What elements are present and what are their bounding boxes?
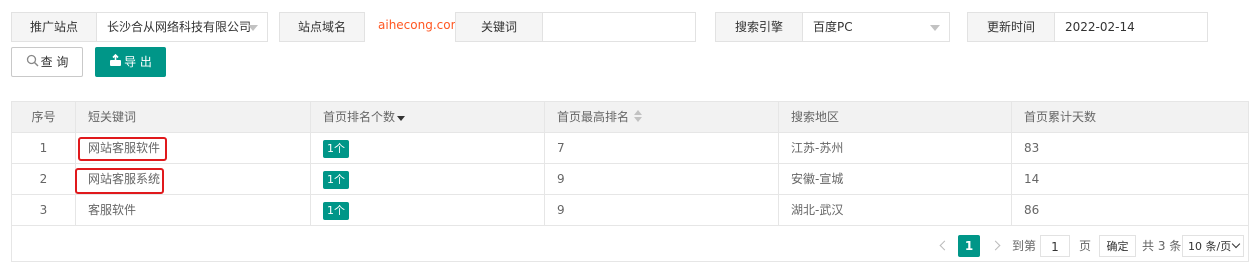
- site-select[interactable]: 长沙合从网络科技有限公司: [96, 12, 268, 42]
- site-label: 推广站点: [11, 12, 97, 42]
- goto-label: 到第: [1012, 239, 1037, 253]
- cell-index: 3: [12, 195, 76, 225]
- page-size-select[interactable]: 10 条/页: [1182, 235, 1244, 257]
- header-rank-count[interactable]: 首页排名个数: [311, 102, 545, 132]
- export-button[interactable]: 导 出: [95, 47, 166, 77]
- table-row: 2 网站客服系统 1个 9 安徽-宣城 14: [12, 164, 1248, 195]
- cell-region: 安徽-宣城: [779, 164, 1012, 194]
- cell-keyword: 客服软件: [76, 195, 311, 225]
- cell-region: 湖北-武汉: [779, 195, 1012, 225]
- chevron-down-icon: [248, 25, 258, 31]
- query-button[interactable]: 查 询: [11, 47, 83, 77]
- count-badge: 1个: [323, 201, 349, 220]
- header-days: 首页累计天数: [1024, 110, 1097, 124]
- table-row: 1 网站客服软件 1个 7 江苏-苏州 83: [12, 133, 1248, 164]
- cell-index: 1: [12, 133, 76, 163]
- cell-best-rank: 9: [545, 195, 779, 225]
- cell-best-rank: 7: [545, 133, 779, 163]
- chevron-down-icon: [930, 25, 940, 31]
- chevron-right-icon[interactable]: [990, 240, 1001, 251]
- count-badge: 1个: [323, 170, 349, 189]
- header-rank-count-label: 首页排名个数: [323, 110, 396, 124]
- sort-desc-icon[interactable]: [397, 116, 405, 121]
- search-icon: [26, 49, 39, 77]
- chevron-down-icon: [1231, 239, 1241, 249]
- confirm-button[interactable]: 确定: [1099, 235, 1136, 257]
- cell-rank-count: 1个: [311, 164, 545, 194]
- domain-label: 站点域名: [279, 12, 365, 42]
- goto-page-input[interactable]: 1: [1040, 235, 1070, 257]
- engine-select-value: 百度PC: [813, 20, 853, 34]
- header-keyword: 短关键词: [76, 102, 311, 132]
- cell-days: 86: [1024, 203, 1040, 217]
- cell-index: 2: [12, 164, 76, 194]
- page-unit-label: 页: [1079, 239, 1092, 253]
- highlight-box: [78, 137, 167, 161]
- cell-days: 83: [1024, 141, 1040, 155]
- cell-rank-count: 1个: [311, 195, 545, 225]
- engine-select[interactable]: 百度PC: [802, 12, 950, 42]
- page-1-button[interactable]: 1: [958, 235, 980, 257]
- highlight-box: [75, 168, 164, 194]
- sort-desc-icon[interactable]: [634, 117, 642, 122]
- cell-best-rank: 9: [545, 164, 779, 194]
- site-select-value: 长沙合从网络科技有限公司: [107, 20, 252, 34]
- pagination: 1 到第 1 页 确定 共 3 条 10 条/页: [12, 229, 1248, 261]
- domain-value: aihecong.com: [378, 18, 463, 32]
- keyword-table: 序号 短关键词 首页排名个数 首页最高排名 搜索地区 首页累计天数 1 网站客服…: [11, 101, 1249, 262]
- page-size-value: 10 条/页: [1188, 240, 1232, 253]
- cell-days: 14: [1024, 172, 1040, 186]
- keyword-label: 关键词: [455, 12, 543, 42]
- update-date-input[interactable]: 2022-02-14: [1054, 12, 1208, 42]
- cell-region: 江苏-苏州: [779, 133, 1012, 163]
- export-button-label: 导 出: [124, 55, 152, 69]
- keyword-input[interactable]: [542, 12, 696, 42]
- cell-rank-count: 1个: [311, 133, 545, 163]
- engine-label: 搜索引擎: [715, 12, 803, 42]
- query-button-label: 查 询: [40, 55, 69, 69]
- update-label: 更新时间: [967, 12, 1055, 42]
- count-badge: 1个: [323, 139, 349, 158]
- table-row: 3 客服软件 1个 9 湖北-武汉 86: [12, 195, 1248, 226]
- table-header-row: 序号 短关键词 首页排名个数 首页最高排名 搜索地区 首页累计天数: [12, 102, 1248, 133]
- chevron-left-icon[interactable]: [939, 240, 950, 251]
- header-best-rank[interactable]: 首页最高排名: [545, 102, 779, 132]
- header-index: 序号: [12, 102, 76, 132]
- header-best-rank-label: 首页最高排名: [557, 110, 630, 124]
- export-icon: [109, 49, 122, 77]
- header-region: 搜索地区: [779, 102, 1012, 132]
- total-count: 共 3 条: [1142, 239, 1182, 253]
- sort-asc-icon[interactable]: [634, 110, 642, 115]
